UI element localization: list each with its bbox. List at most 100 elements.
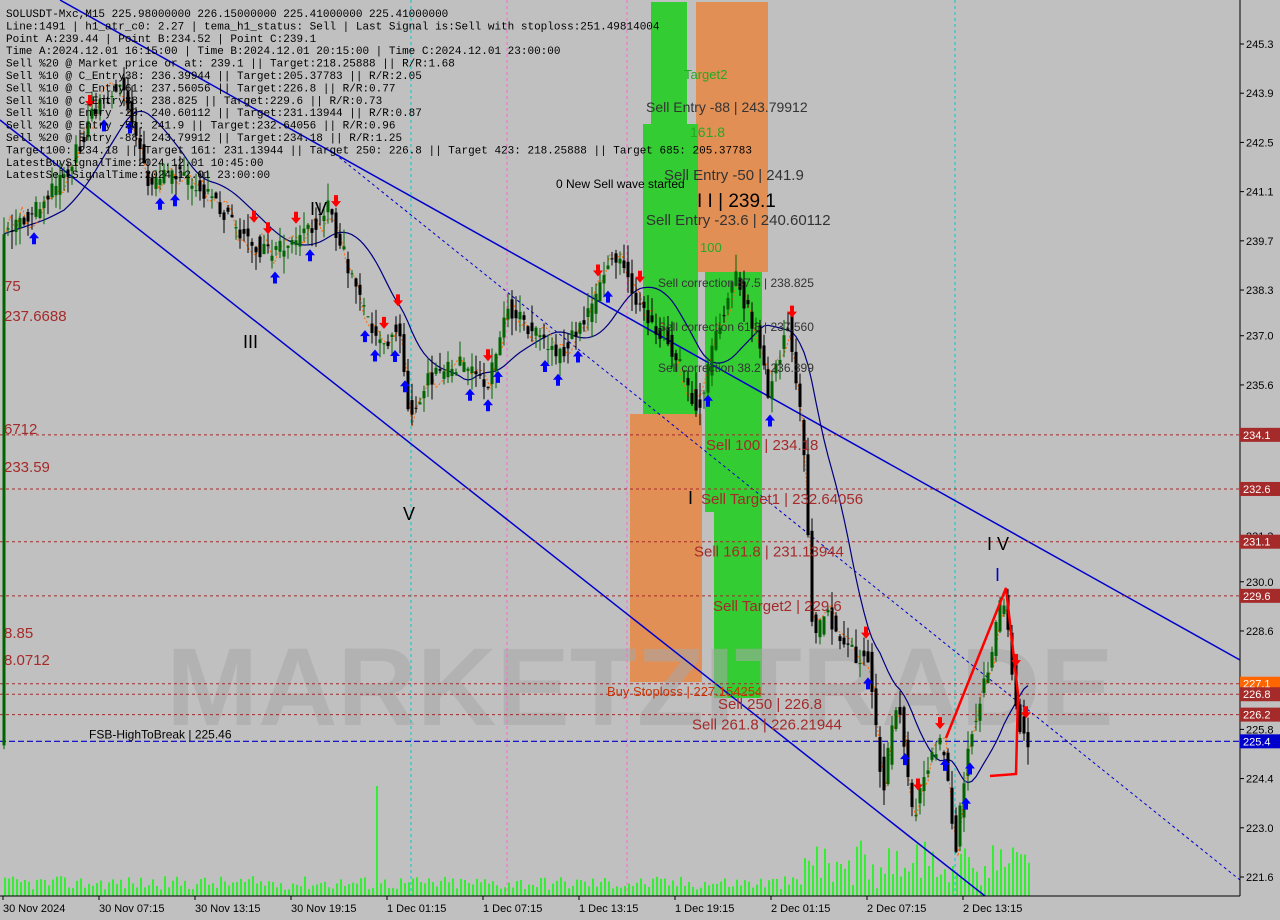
- volume-bar: [12, 876, 14, 896]
- volume-bar: [852, 885, 854, 896]
- price-axis: 245.3 243.9 242.5 241.1 239.7 238.3 237.0 235.6…: [1239, 0, 1280, 920]
- time-tick-label: 1 Dec 01:15: [387, 903, 446, 915]
- volume-bar: [80, 878, 82, 896]
- level-label: Sell 250 | 226.8: [718, 696, 822, 713]
- candle-body: [14, 219, 18, 233]
- volume-bar: [168, 887, 170, 896]
- volume-bar: [1008, 863, 1010, 896]
- candle-body: [866, 651, 870, 663]
- volume-bar: [848, 860, 850, 896]
- candle-body: [538, 335, 542, 338]
- candle-body: [350, 273, 354, 275]
- volume-bar: [496, 885, 498, 896]
- volume-bar: [212, 883, 214, 896]
- volume-bar: [1012, 847, 1014, 896]
- volume-bar: [348, 884, 350, 896]
- volume-bar: [228, 885, 230, 896]
- candle-body: [290, 240, 294, 245]
- info-line: Target100: 234.18 || Target 161: 231.139…: [6, 145, 752, 157]
- chart-label: Target2: [684, 67, 727, 82]
- volume-bar: [764, 887, 766, 896]
- chart-label: I: [995, 565, 1000, 585]
- candle-body: [798, 383, 802, 407]
- volume-bar: [432, 882, 434, 896]
- candle-body: [606, 265, 610, 269]
- volume-bar: [996, 870, 998, 896]
- price-tick-label: 242.5: [1246, 137, 1274, 149]
- chart-label: I I | 239.1: [697, 191, 776, 212]
- price-level-tag-text: 225.4: [1243, 736, 1271, 748]
- candle-body: [234, 227, 238, 229]
- candle-body: [494, 354, 498, 372]
- time-tick-label: 1 Dec 19:15: [675, 903, 734, 915]
- candle-body: [474, 371, 478, 375]
- candle-body: [30, 213, 34, 215]
- volume-bar: [560, 877, 562, 896]
- candle-body: [598, 282, 602, 302]
- candle-body: [582, 320, 586, 325]
- level-label: Sell 100 | 234.18: [706, 437, 818, 454]
- candle-body: [510, 299, 514, 319]
- candle-body: [902, 707, 906, 747]
- candle-body: [310, 228, 314, 233]
- volume-bar: [100, 880, 102, 896]
- volume-bar: [184, 880, 186, 896]
- volume-bar: [760, 878, 762, 896]
- volume-bar: [464, 879, 466, 896]
- volume-bar: [872, 864, 874, 896]
- candle-body: [922, 777, 926, 792]
- candle-body: [594, 293, 598, 314]
- candle-body: [402, 334, 406, 372]
- info-line: Sell %20 @ Entry -88: 243.79912 || Targe…: [6, 133, 402, 145]
- volume-bar: [36, 880, 38, 896]
- volume-bar: [276, 887, 278, 896]
- level-label: Sell 261.8 | 226.21944: [692, 717, 842, 734]
- candle-body: [842, 637, 846, 645]
- candle-body: [974, 720, 978, 723]
- candle-body: [934, 754, 938, 759]
- volume-bar: [396, 888, 398, 896]
- volume-bar: [252, 876, 254, 896]
- volume-bar: [256, 883, 258, 896]
- candle-body: [978, 703, 982, 721]
- chart-label: 100: [700, 240, 722, 255]
- level-label: Sell Target1 | 232.64056: [701, 491, 863, 508]
- chart-label: 233.59: [4, 459, 50, 476]
- candle-body: [686, 377, 690, 386]
- volume-bar: [412, 878, 414, 896]
- candle-body: [526, 326, 530, 335]
- volume-bar: [972, 867, 974, 896]
- price-level-tag-text: 231.1: [1243, 537, 1271, 549]
- candle-body: [834, 615, 838, 632]
- candle-body: [210, 196, 214, 198]
- candle-body: [10, 230, 14, 232]
- volume-bar: [500, 888, 502, 896]
- volume-bar: [196, 884, 198, 896]
- volume-bar: [572, 885, 574, 896]
- time-tick-label: 30 Nov 2024: [3, 903, 65, 915]
- candle-body: [334, 212, 338, 238]
- chart-label: Sell correction 87.5 | 238.825: [658, 276, 814, 290]
- volume-bar: [676, 886, 678, 896]
- candle-body: [1022, 716, 1026, 734]
- chart-label: III: [243, 332, 258, 352]
- candle-body: [566, 342, 570, 349]
- info-line: Sell %10 @ C_Entry88: 238.825 || Target:…: [6, 96, 382, 108]
- volume-bar: [452, 878, 454, 896]
- candle-body: [630, 273, 634, 294]
- volume-bar: [152, 879, 154, 896]
- volume-bar: [868, 879, 870, 896]
- volume-bar: [1020, 854, 1022, 896]
- price-chart[interactable]: MARKETZITRADE Target2Sell Entry -88 | 24…: [0, 0, 1280, 920]
- candle-body: [646, 310, 650, 324]
- volume-bar: [376, 786, 378, 896]
- volume-bar: [884, 873, 886, 896]
- candle-body: [930, 752, 934, 760]
- candle-body: [374, 326, 378, 336]
- candle-body: [306, 224, 310, 230]
- volume-bar: [724, 878, 726, 896]
- candle-body: [426, 373, 430, 386]
- volume-bar: [268, 881, 270, 896]
- volume-bar: [308, 889, 310, 896]
- volume-bar: [544, 877, 546, 896]
